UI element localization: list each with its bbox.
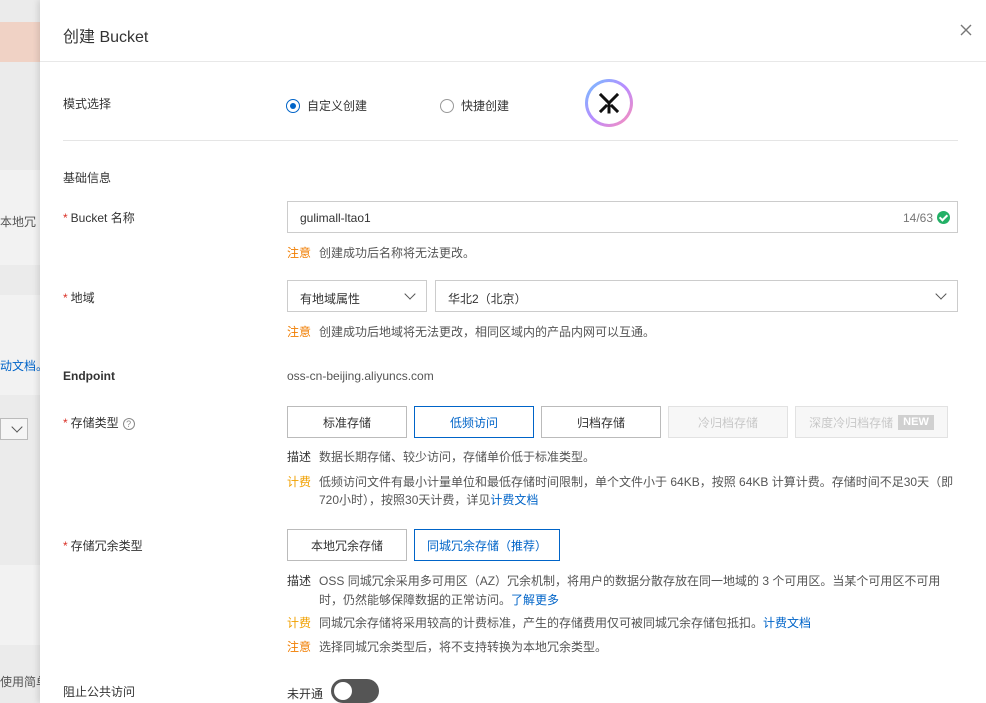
section-title-basic-info: 基础信息: [63, 171, 112, 185]
chevron-down-icon: [404, 288, 416, 300]
section-divider: [63, 140, 958, 141]
bg-text: 使用简单: [0, 675, 40, 689]
learn-more-link[interactable]: 了解更多: [511, 593, 559, 607]
y-logo-icon: [598, 92, 620, 114]
storage-type-desc: 描述 数据长期存储、较少访问，存储单价低于标准类型。: [287, 450, 596, 464]
assistant-avatar-icon[interactable]: [585, 79, 633, 127]
bg-link: 动文档。: [0, 359, 40, 373]
fee-doc-link[interactable]: 计费文档: [763, 616, 811, 630]
storage-type-fee-cont: 720小时），按照30天计费，详见计费文档: [319, 493, 539, 507]
bucket-name-note: 注意 创建成功后名称将无法更改。: [287, 246, 476, 260]
redundancy-note: 注意 选择同城冗余类型后，将不支持转换为本地冗余类型。: [287, 640, 608, 654]
fee-doc-link[interactable]: 计费文档: [490, 493, 538, 507]
redundancy-desc: 描述 OSS 同城冗余采用多可用区（AZ）冗余机制，将用户的数据分散存放在同一地域…: [287, 574, 941, 588]
create-bucket-drawer: 创建 Bucket 模式选择 自定义创建 快捷创建 基础信息 * Bucket 名…: [40, 0, 986, 703]
storage-type-archive[interactable]: 归档存储: [541, 406, 661, 438]
help-circle-icon[interactable]: ?: [122, 417, 135, 430]
redundancy-lrs[interactable]: 本地冗余存储: [287, 529, 407, 561]
bucket-name-input[interactable]: gulimall-ltao1 14/63: [287, 201, 958, 233]
radio-quick-create[interactable]: 快捷创建: [440, 97, 509, 114]
bucket-name-label: * Bucket 名称: [63, 211, 135, 225]
storage-type-ia[interactable]: 低频访问: [414, 406, 534, 438]
radio-dot: [286, 98, 300, 113]
bg-text: 本地冗: [0, 215, 37, 229]
redundancy-desc-cont: 时，仍然能够保障数据的正常访问。了解更多: [319, 593, 560, 607]
close-icon[interactable]: [958, 22, 974, 38]
mode-label: 模式选择: [63, 97, 112, 111]
storage-type-label: * 存储类型?: [63, 414, 135, 431]
block-public-access-toggle[interactable]: [331, 679, 379, 703]
drawer-header: 创建 Bucket: [40, 0, 986, 62]
storage-type-deep-cold-archive: 深度冷归档存储 NEW: [795, 406, 948, 438]
toggle-state-text: 未开通: [287, 687, 324, 701]
storage-type-cold-archive: 冷归档存储: [668, 406, 788, 438]
redundancy-fee: 计费 同城冗余存储将采用较高的计费标准，产生的存储费用仅可被同城冗余存储包抵扣。计…: [287, 616, 812, 630]
storage-type-fee: 计费 低频访问文件有最小计量单位和最低存储时间限制，单个文件小于 64KB，按照 …: [287, 475, 954, 489]
background-page: 本地冗 动文档。 使用简单: [0, 0, 40, 703]
new-badge: NEW: [898, 414, 934, 430]
drawer-title: 创建 Bucket: [63, 29, 149, 46]
redundancy-label: * 存储冗余类型: [63, 539, 143, 553]
bg-select: [0, 418, 28, 440]
toggle-knob: [334, 682, 352, 700]
region-attribute-select[interactable]: 有地域属性: [287, 280, 427, 312]
radio-custom-create[interactable]: 自定义创建: [286, 97, 367, 114]
block-public-access-label: 阻止公共访问: [63, 685, 136, 699]
region-note: 注意 创建成功后地域将无法更改，相同区域内的产品内网可以互通。: [287, 325, 656, 339]
region-label: * 地域: [63, 291, 95, 305]
endpoint-label: Endpoint: [63, 369, 115, 383]
chevron-down-icon: [935, 288, 947, 300]
region-select[interactable]: 华北2（北京）: [435, 280, 958, 312]
redundancy-zrs[interactable]: 同城冗余存储（推荐）: [414, 529, 560, 561]
valid-check-icon: [937, 211, 950, 224]
endpoint-value: oss-cn-beijing.aliyuncs.com: [287, 369, 434, 383]
radio-dot: [440, 98, 454, 113]
storage-type-standard[interactable]: 标准存储: [287, 406, 407, 438]
char-count: 14/63: [902, 211, 933, 225]
